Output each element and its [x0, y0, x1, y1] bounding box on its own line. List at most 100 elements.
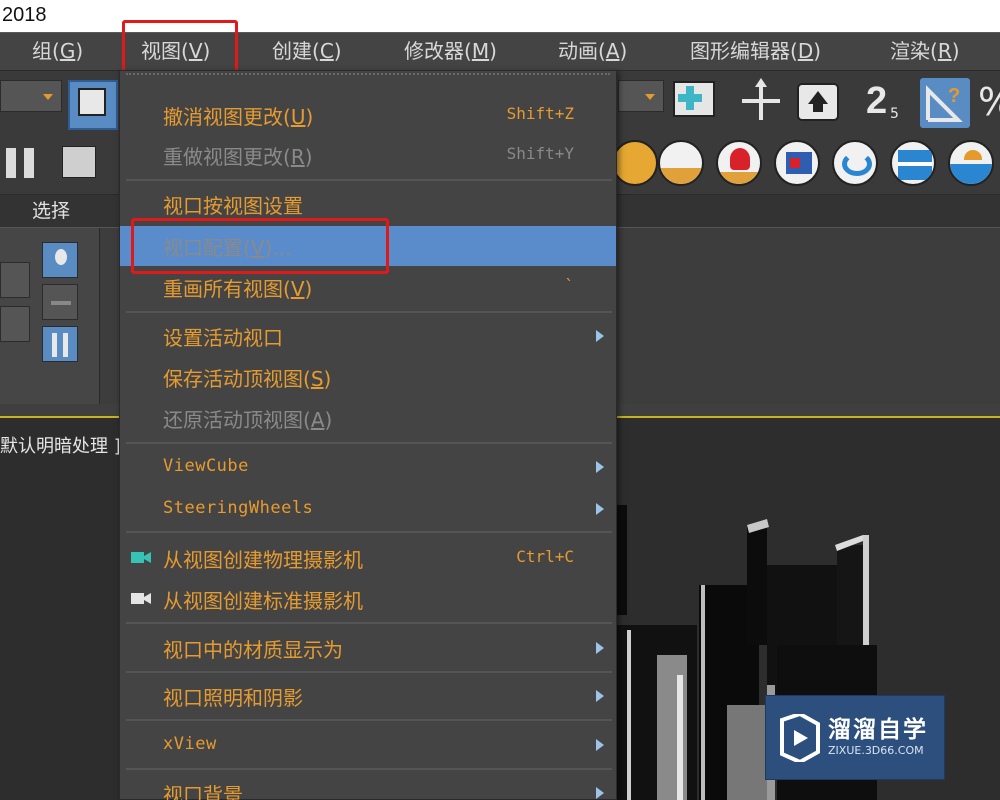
submenu-arrow-icon: [596, 642, 604, 654]
menu-item-restore-active-top[interactable]: 还原活动顶视图(A): [120, 398, 616, 438]
reference-coord-dropdown[interactable]: [618, 80, 664, 112]
callout-viewport-configuration: [131, 218, 389, 274]
menu-item-steeringwheels[interactable]: SteeringWheels: [120, 489, 616, 529]
menu-item-save-active-top[interactable]: 保存活动顶视图(S): [120, 357, 616, 397]
menu-animation-key: A: [605, 39, 620, 63]
label-end: ): [304, 277, 313, 301]
menu-create[interactable]: 创建(C): [272, 33, 342, 71]
menu-modifiers-end: ): [489, 39, 497, 63]
menu-graph-editors-key: D: [797, 39, 814, 63]
label-key: R: [290, 145, 305, 169]
menu-item-undo-view[interactable]: 撤消视图更改(U) Shift+Z: [120, 95, 616, 135]
menu-rendering-text: 渲染(: [890, 39, 938, 63]
red-tree-icon[interactable]: [716, 140, 762, 186]
select-object-icon: [78, 88, 106, 116]
manipulate-icon[interactable]: [738, 78, 784, 124]
menu-item-label: 从视图创建物理摄影机: [163, 548, 363, 572]
water-splash-icon[interactable]: [832, 140, 878, 186]
menu-rendering-key: R: [937, 39, 952, 63]
submenu-arrow-icon: [596, 739, 604, 751]
material-icon[interactable]: [774, 140, 820, 186]
menu-separator: [126, 768, 612, 770]
snap-sub: 5: [890, 106, 899, 122]
menu-separator: [126, 671, 612, 673]
menu-separator: [126, 311, 612, 313]
menu-item-label: xView: [163, 734, 217, 754]
stop-icon[interactable]: [62, 146, 96, 178]
menu-item-label: 设置活动视口: [163, 326, 283, 350]
waterfall-icon[interactable]: [890, 140, 936, 186]
label-text: 撤消视图更改(: [163, 105, 291, 129]
menu-item-label: 视口背景: [163, 783, 243, 800]
menu-item-label: 视口中的材质显示为: [163, 638, 343, 662]
label-text: 保存活动顶视图(: [163, 367, 311, 391]
menu-animation[interactable]: 动画(A): [558, 33, 627, 71]
menu-modifiers[interactable]: 修改器(M): [404, 33, 497, 71]
select-object-button[interactable]: [68, 80, 118, 130]
snap-number: 2: [866, 80, 888, 122]
menu-item-material-display[interactable]: 视口中的材质显示为: [120, 628, 616, 668]
menu-top-edge: [126, 73, 610, 75]
viewport-shading-label[interactable]: 默认明暗处理 ]: [0, 432, 121, 458]
menu-item-set-active-viewport[interactable]: 设置活动视口: [120, 316, 616, 356]
dropdown-arrow-icon: [43, 94, 53, 100]
light-bulb-icon[interactable]: [42, 242, 78, 278]
menu-item-label: 保存活动顶视图(S): [163, 363, 331, 392]
pin-icon[interactable]: [42, 284, 78, 320]
label-end: ): [324, 408, 333, 432]
menu-create-end: ): [333, 39, 342, 63]
callout-view-menu: [122, 20, 238, 75]
pivot-center-icon[interactable]: [672, 80, 716, 118]
menu-item-redo-view[interactable]: 重做视图更改(R) Shift+Y: [120, 135, 616, 175]
menu-graph-editors[interactable]: 图形编辑器(D): [690, 33, 821, 71]
angle-snap-icon[interactable]: ?: [920, 78, 970, 128]
beer-icon[interactable]: [612, 140, 658, 186]
menu-item-label: 撤消视图更改(U): [163, 101, 313, 130]
ribbon-tab-selection[interactable]: 选择: [32, 196, 70, 223]
menu-item-viewport-background[interactable]: 视口背景: [120, 773, 616, 800]
menu-separator: [126, 719, 612, 721]
svg-text:?: ?: [948, 85, 960, 107]
menu-group-key: G: [59, 39, 76, 63]
menu-item-label: 重做视图更改(R): [163, 141, 313, 170]
menu-item-label: ViewCube: [163, 456, 249, 476]
menu-separator: [126, 179, 612, 181]
view-dropdown-menu: 撤消视图更改(U) Shift+Z 重做视图更改(R) Shift+Y 视口按视…: [119, 70, 617, 800]
move-up-icon[interactable]: [0, 262, 30, 298]
ocean-icon[interactable]: [948, 140, 994, 186]
menu-rendering[interactable]: 渲染(R): [890, 33, 960, 71]
submenu-arrow-icon: [596, 461, 604, 473]
label-text: 重画所有视图(: [163, 277, 291, 301]
menu-item-create-standard-camera[interactable]: 从视图创建标准摄影机: [120, 579, 616, 619]
selection-filter-dropdown[interactable]: [0, 80, 62, 112]
menu-item-xview[interactable]: xView: [120, 725, 616, 765]
menu-group[interactable]: 组(G): [32, 33, 83, 71]
move-down-icon[interactable]: [0, 306, 30, 342]
menu-item-shortcut: Shift+Y: [506, 144, 574, 163]
snap-toggle-button[interactable]: 2 5: [862, 80, 912, 126]
menu-item-shortcut: `: [564, 276, 574, 295]
sort-up-icon[interactable]: [42, 326, 78, 362]
menu-animation-text: 动画(: [558, 39, 606, 63]
camera-icon: [131, 552, 151, 563]
menu-item-create-physical-camera[interactable]: 从视图创建物理摄影机 Ctrl+C: [120, 538, 616, 578]
menu-rendering-end: ): [951, 39, 960, 63]
menu-animation-end: ): [619, 39, 628, 63]
pause-left-bar: [6, 148, 16, 178]
menu-graph-editors-text: 图形编辑器(: [690, 39, 798, 63]
menu-item-viewcube[interactable]: ViewCube: [120, 447, 616, 487]
label-end: ): [304, 145, 313, 169]
menu-item-label: 还原活动顶视图(A): [163, 404, 332, 433]
keyboard-shortcut-override-icon[interactable]: [796, 82, 840, 122]
watermark-url: ZIXUE.3D66.COM: [828, 744, 924, 757]
paint-bucket-icon[interactable]: [658, 140, 704, 186]
watermark-title: 溜溜自学: [828, 717, 928, 743]
pause-right-bar: [24, 148, 34, 178]
label-end: ): [323, 367, 332, 391]
label-key: A: [310, 408, 325, 432]
menu-create-key: C: [319, 39, 334, 63]
submenu-arrow-icon: [596, 503, 604, 515]
menu-item-lighting-shadows[interactable]: 视口照明和阴影: [120, 676, 616, 716]
percent-snap-icon[interactable]: %: [978, 80, 1000, 124]
menu-separator: [126, 442, 612, 444]
